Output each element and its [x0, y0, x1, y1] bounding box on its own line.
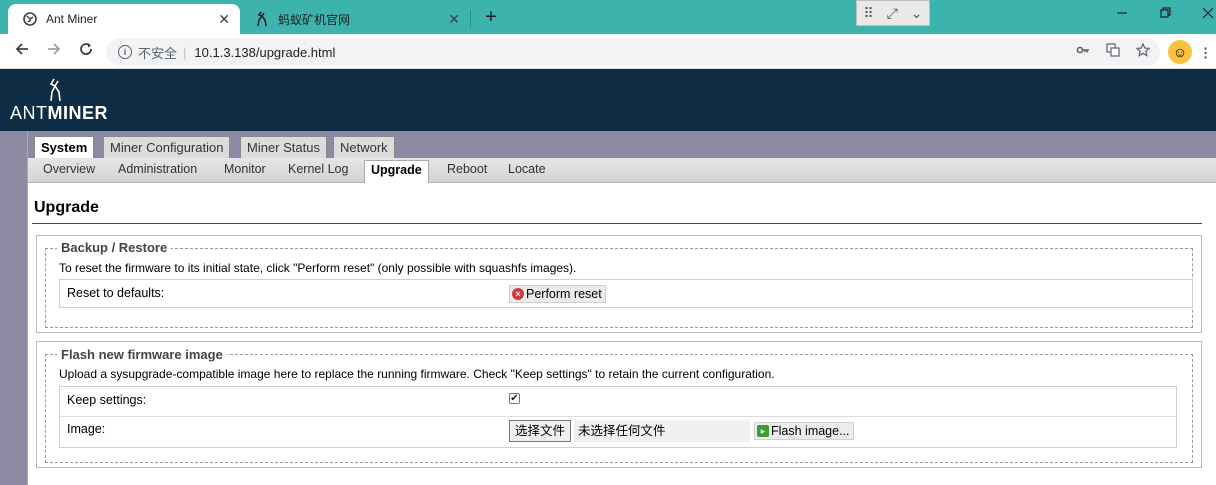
tab-divider: [470, 10, 471, 28]
subtab-monitor[interactable]: Monitor: [224, 162, 266, 176]
keep-settings-label: Keep settings:: [67, 393, 147, 407]
site-header: ANTMINER: [0, 69, 1216, 131]
image-label: Image:: [67, 422, 106, 436]
tab-system[interactable]: System: [34, 136, 95, 158]
ant-logo-icon: [49, 78, 61, 102]
subtab-overview[interactable]: Overview: [43, 162, 95, 176]
address-bar[interactable]: i 不安全 | 10.1.3.138/upgrade.html: [106, 38, 1160, 66]
expand-icon[interactable]: ⤢: [887, 5, 898, 22]
browser-toolbar: i 不安全 | 10.1.3.138/upgrade.html ☺: [0, 34, 1216, 69]
subtab-administration[interactable]: Administration: [118, 162, 197, 176]
reload-icon[interactable]: [76, 41, 96, 61]
page-title: Upgrade: [34, 199, 99, 216]
url-text[interactable]: 10.1.3.138/upgrade.html: [194, 45, 335, 60]
security-label: 不安全: [138, 45, 178, 61]
close-icon[interactable]: ✕: [448, 11, 460, 28]
browser-tab-bar: Ant Miner ✕ 蚂蚁矿机官网 ✕ + ⠿ ⤢ ⌄: [0, 0, 1216, 34]
subtab-locate[interactable]: Locate: [508, 162, 546, 176]
flash-options-box: Keep settings: ✔ Image: 选择文件 未选择任何文件 ▸ F…: [59, 386, 1177, 448]
flash-firmware-legend: Flash new firmware image: [57, 347, 227, 362]
star-icon[interactable]: [1135, 42, 1151, 60]
subtab-upgrade[interactable]: Upgrade: [364, 160, 429, 183]
new-tab-button[interactable]: +: [480, 6, 502, 28]
flash-firmware-section: Flash new firmware image Upload a sysupg…: [36, 341, 1202, 468]
backup-restore-legend: Backup / Restore: [57, 240, 172, 255]
backup-restore-description: To reset the firmware to its initial sta…: [59, 261, 577, 275]
address-divider: |: [183, 44, 187, 60]
minimize-icon[interactable]: [1116, 6, 1128, 22]
translate-icon[interactable]: [1106, 43, 1120, 60]
ant-logo-icon: [254, 11, 270, 27]
backup-restore-section: Backup / Restore To reset the firmware t…: [36, 235, 1202, 333]
flash-play-icon: ▸: [757, 425, 769, 437]
menu-icon[interactable]: [1204, 46, 1207, 59]
window-close-icon[interactable]: [1202, 6, 1214, 22]
sub-tabs: Overview Administration Monitor Kernel L…: [28, 158, 1216, 183]
ime-toolbar[interactable]: ⠿ ⤢ ⌄: [856, 0, 930, 26]
browser-tab-ant-miner[interactable]: Ant Miner ✕: [8, 4, 240, 34]
browser-tab-title: 蚂蚁矿机官网: [278, 12, 351, 27]
subtab-reboot[interactable]: Reboot: [447, 162, 487, 176]
flash-image-label: Flash image...: [771, 424, 850, 438]
tab-miner-configuration[interactable]: Miner Configuration: [103, 136, 231, 158]
reset-label: Reset to defaults:: [67, 286, 165, 300]
subtab-kernel-log[interactable]: Kernel Log: [288, 162, 348, 176]
no-file-chosen-text: 未选择任何文件: [574, 420, 750, 442]
restore-icon[interactable]: [1160, 6, 1172, 22]
tab-miner-status[interactable]: Miner Status: [240, 136, 327, 158]
forward-arrow-icon[interactable]: [44, 41, 64, 61]
back-arrow-icon[interactable]: [12, 41, 32, 61]
main-tabs: System Miner Configuration Miner Status …: [28, 131, 1216, 158]
flash-image-button[interactable]: ▸ Flash image...: [754, 422, 854, 440]
tab-network[interactable]: Network: [333, 136, 395, 158]
keep-settings-checkbox[interactable]: ✔: [509, 393, 520, 404]
grip-icon: ⠿: [863, 4, 874, 21]
browser-tab-official-site[interactable]: 蚂蚁矿机官网 ✕: [240, 4, 470, 34]
flash-firmware-description: Upload a sysupgrade-compatible image her…: [59, 367, 775, 381]
globe-icon: [22, 11, 38, 27]
close-icon[interactable]: ✕: [218, 11, 230, 28]
row-divider: [60, 416, 1176, 417]
key-icon[interactable]: [1076, 43, 1090, 60]
chevron-down-icon[interactable]: ⌄: [911, 5, 923, 22]
logo-wordmark: ANTMINER: [10, 103, 108, 123]
perform-reset-label: Perform reset: [526, 287, 602, 301]
profile-avatar-icon[interactable]: ☺: [1168, 40, 1192, 64]
choose-file-button[interactable]: 选择文件: [509, 420, 572, 442]
info-icon[interactable]: i: [118, 45, 132, 59]
reset-x-icon: ×: [512, 288, 524, 300]
browser-tab-title: Ant Miner: [46, 12, 98, 26]
title-divider: [32, 223, 1202, 224]
content-panel: System Miner Configuration Miner Status …: [27, 131, 1216, 485]
reset-row: Reset to defaults: × Perform reset: [59, 279, 1193, 308]
perform-reset-button[interactable]: × Perform reset: [509, 285, 606, 303]
